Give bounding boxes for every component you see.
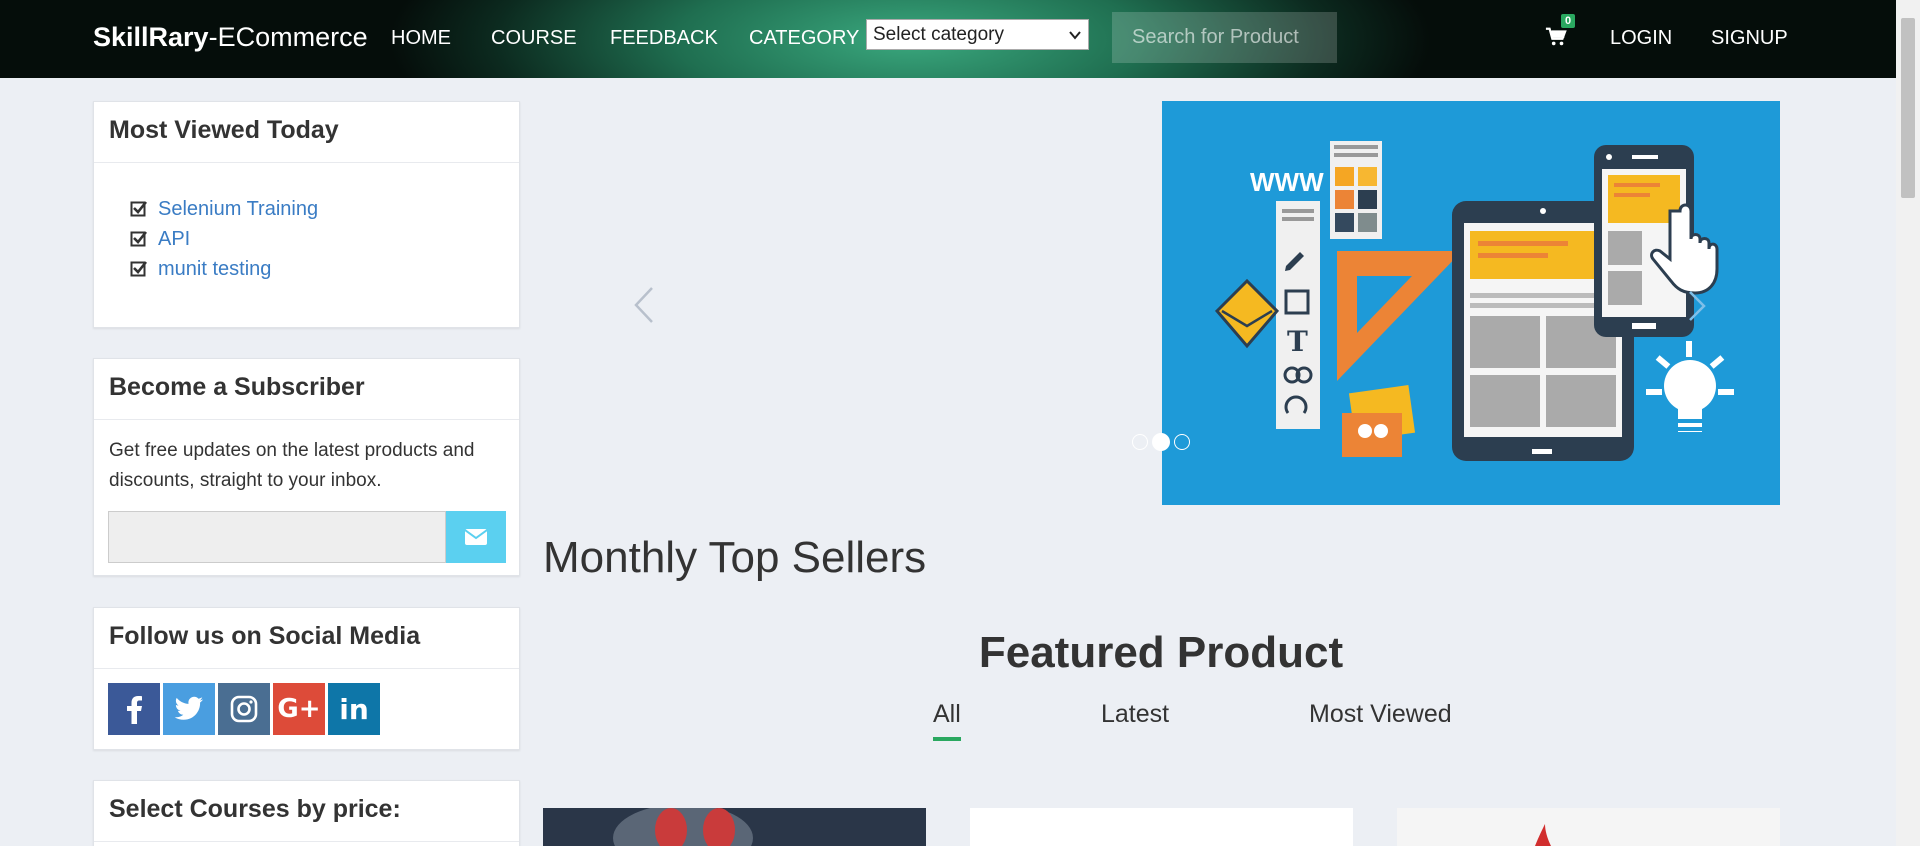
login-link[interactable]: LOGIN	[1610, 27, 1672, 50]
shopping-cart-icon[interactable]	[1545, 26, 1567, 48]
linkedin-icon[interactable]: in	[328, 683, 380, 735]
twitter-icon[interactable]	[163, 683, 215, 735]
nav-course-link[interactable]: COURSE	[491, 27, 577, 50]
price-filter-panel: Select Courses by price:	[93, 780, 520, 846]
envelope-icon	[465, 529, 487, 545]
svg-text:T: T	[1287, 325, 1308, 358]
subscribe-email-input[interactable]	[108, 511, 446, 563]
product-card[interactable]	[970, 808, 1353, 846]
facebook-icon[interactable]	[108, 683, 160, 735]
page-scrollbar[interactable]	[1896, 0, 1920, 846]
product-card[interactable]	[1397, 808, 1780, 846]
tab-latest[interactable]: Latest	[1101, 700, 1169, 729]
product-image	[1397, 808, 1780, 846]
carousel-dot-active[interactable]	[1152, 433, 1170, 451]
subscriber-title: Become a Subscriber	[94, 359, 519, 420]
signup-link[interactable]: SIGNUP	[1711, 27, 1788, 50]
list-item: munit testing	[130, 254, 519, 284]
most-viewed-link[interactable]: munit testing	[158, 258, 271, 281]
carousel-dot[interactable]	[1174, 434, 1190, 450]
list-item: Selenium Training	[130, 194, 519, 224]
carousel-indicators	[1132, 433, 1190, 451]
product-image	[543, 808, 926, 846]
nav-feedback-link[interactable]: FEEDBACK	[610, 27, 718, 50]
nav-category-link[interactable]: CATEGORY	[749, 27, 859, 50]
product-card[interactable]	[543, 808, 926, 846]
search-placeholder: Search for Product	[1132, 26, 1299, 48]
subscribe-form	[108, 511, 506, 563]
most-viewed-list: Selenium Training API munit testing	[94, 163, 519, 284]
category-select-value: Select category	[873, 23, 1004, 45]
subscriber-description: Get free updates on the latest products …	[109, 440, 475, 491]
tab-most-viewed[interactable]: Most Viewed	[1309, 700, 1452, 729]
carousel-prev-arrow-icon[interactable]	[633, 286, 655, 324]
subscriber-panel: Become a Subscriber Get free updates on …	[93, 358, 520, 576]
google-plus-icon[interactable]: G+	[273, 683, 325, 735]
search-input[interactable]: Search for Product	[1112, 12, 1337, 63]
scrollbar-thumb[interactable]	[1901, 18, 1915, 198]
price-filter-title: Select Courses by price:	[94, 781, 519, 842]
cart-count-badge: 0	[1561, 14, 1576, 28]
social-icons: G+ in	[94, 669, 519, 749]
checkbox-checked-icon	[130, 261, 148, 277]
checkbox-checked-icon	[130, 201, 148, 217]
chevron-down-icon	[1069, 30, 1081, 40]
most-viewed-link[interactable]: API	[158, 228, 190, 251]
subscribe-button[interactable]	[446, 511, 506, 563]
featured-product-heading: Featured Product	[978, 628, 1344, 677]
carousel-www-text: WWW	[1250, 167, 1324, 197]
most-viewed-link[interactable]: Selenium Training	[158, 198, 318, 221]
category-select[interactable]: Select category	[866, 19, 1089, 50]
tab-all[interactable]: All	[933, 700, 961, 741]
carousel-dot[interactable]	[1132, 434, 1148, 450]
checkbox-checked-icon	[130, 231, 148, 247]
carousel-next-arrow-icon[interactable]	[1688, 290, 1706, 322]
instagram-icon[interactable]	[218, 683, 270, 735]
top-navbar: SkillRary-ECommerce HOME COURSE FEEDBACK…	[0, 0, 1920, 78]
monthly-top-sellers-heading: Monthly Top Sellers	[543, 533, 927, 582]
most-viewed-title: Most Viewed Today	[94, 102, 519, 163]
list-item: API	[130, 224, 519, 254]
nav-home-link[interactable]: HOME	[391, 27, 451, 50]
brand-logo[interactable]: SkillRary-ECommerce	[93, 22, 368, 53]
most-viewed-panel: Most Viewed Today Selenium Training API …	[93, 101, 520, 328]
